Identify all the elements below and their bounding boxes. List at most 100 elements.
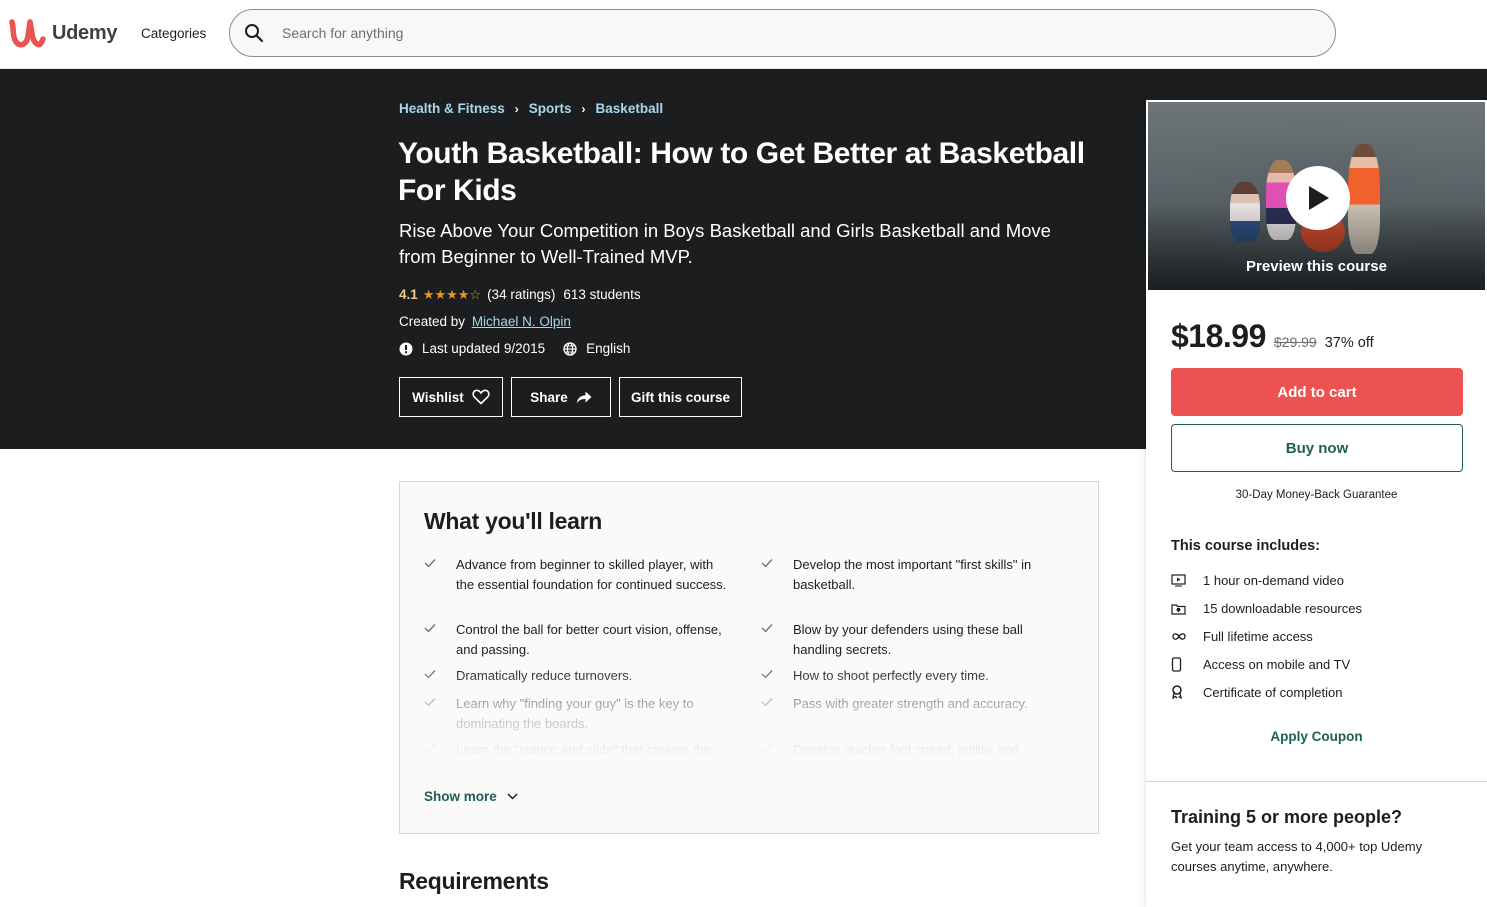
udemy-logo-icon bbox=[9, 19, 46, 48]
heart-icon bbox=[472, 389, 490, 405]
star-full-icon: ★ bbox=[457, 287, 470, 302]
purchase-sidebar: Preview this course bbox=[1146, 100, 1487, 907]
search-icon[interactable] bbox=[244, 23, 264, 48]
learn-item: Learn the "stance and slide" that create… bbox=[424, 740, 734, 779]
share-label: Share bbox=[530, 389, 568, 405]
star-empty-icon: ☆ bbox=[469, 287, 482, 302]
udemy-logo[interactable]: Udemy bbox=[8, 16, 118, 50]
mobile-icon bbox=[1171, 657, 1203, 672]
preview-label: Preview this course bbox=[1246, 258, 1387, 275]
includes-label: Access on mobile and TV bbox=[1203, 656, 1351, 672]
check-icon bbox=[424, 740, 456, 779]
star-rating: ★ ★ ★ ★ ☆ bbox=[423, 288, 481, 301]
breadcrumb-sports[interactable]: Sports bbox=[529, 101, 572, 116]
learn-item-text: Advance from beginner to skilled player,… bbox=[456, 557, 727, 592]
course-subtitle: Rise Above Your Competition in Boys Bask… bbox=[399, 220, 1051, 267]
includes-item: Full lifetime access bbox=[1171, 623, 1362, 651]
download-folder-icon bbox=[1171, 603, 1203, 615]
learn-item-text: Control the ball for better court vision… bbox=[456, 622, 722, 657]
course-meta: Last updated 9/2015 English bbox=[399, 341, 630, 356]
check-icon bbox=[424, 694, 456, 733]
check-icon bbox=[761, 666, 793, 686]
includes-item: Certificate of completion bbox=[1171, 678, 1362, 706]
learn-item: How to shoot perfectly every time. bbox=[761, 666, 1071, 686]
learn-item: Dramatically reduce turnovers. bbox=[424, 666, 734, 686]
learn-item: Learn why "finding your guy" is the key … bbox=[424, 694, 734, 733]
top-navbar: Udemy Categories bbox=[0, 0, 1487, 69]
includes-item: 1 hour on-demand video bbox=[1171, 567, 1362, 595]
learn-item-text: Develop the most important "first skills… bbox=[793, 557, 1032, 592]
star-full-icon: ★ bbox=[446, 287, 458, 302]
search-bar[interactable] bbox=[229, 9, 1336, 57]
includes-title: This course includes: bbox=[1171, 538, 1321, 554]
learn-item: Control the ball for better court vision… bbox=[424, 620, 734, 659]
created-by-label: Created by bbox=[399, 314, 466, 329]
training-title: Training 5 or more people? bbox=[1171, 807, 1403, 827]
gift-course-button[interactable]: Gift this course bbox=[619, 377, 742, 417]
learn-item-text: Dramatically reduce turnovers. bbox=[456, 668, 633, 683]
training-text: Get your team access to 4,000+ top Udemy… bbox=[1171, 839, 1423, 874]
add-to-cart-button[interactable]: Add to cart bbox=[1171, 368, 1463, 416]
learn-item-text: How to shoot perfectly every time. bbox=[793, 668, 989, 683]
search-input[interactable] bbox=[282, 10, 1282, 56]
includes-label: Full lifetime access bbox=[1203, 628, 1313, 644]
wishlist-label: Wishlist bbox=[412, 389, 464, 405]
check-icon bbox=[761, 740, 793, 779]
play-button[interactable] bbox=[1286, 166, 1350, 230]
includes-label: 1 hour on-demand video bbox=[1203, 573, 1344, 589]
apply-coupon-link[interactable]: Apply Coupon bbox=[1146, 729, 1487, 744]
check-icon bbox=[761, 555, 793, 594]
learn-title: What you'll learn bbox=[424, 508, 603, 534]
requirements-title: Requirements bbox=[399, 868, 549, 894]
learn-item-text: Learn the "stance and slide" that create… bbox=[456, 742, 711, 777]
ratings-count-link[interactable]: (34 ratings) bbox=[487, 287, 555, 302]
learn-item: Develop quicker foot speed, agility, and… bbox=[761, 740, 1071, 779]
created-by: Created by Michael N. Olpin bbox=[399, 314, 571, 329]
last-updated: Last updated 9/2015 bbox=[422, 341, 546, 356]
categories-menu[interactable]: Categories bbox=[141, 26, 206, 41]
discount-percent: 37% off bbox=[1324, 335, 1374, 351]
language-label: English bbox=[586, 341, 631, 356]
original-price: $29.99 bbox=[1273, 334, 1317, 350]
check-icon bbox=[424, 620, 456, 659]
check-icon bbox=[424, 666, 456, 686]
buy-now-button[interactable]: Buy now bbox=[1171, 424, 1463, 472]
chevron-right-icon: › bbox=[514, 101, 519, 116]
learn-item-text: Blow by your defenders using these ball … bbox=[793, 622, 1023, 657]
rating-value: 4.1 bbox=[399, 287, 418, 302]
learn-item: Develop the most important "first skills… bbox=[761, 555, 1071, 594]
instructor-link[interactable]: Michael N. Olpin bbox=[472, 314, 571, 329]
infinity-icon bbox=[1171, 632, 1203, 641]
learn-item: Blow by your defenders using these ball … bbox=[761, 620, 1071, 659]
includes-label: 15 downloadable resources bbox=[1203, 601, 1362, 617]
includes-label: Certificate of completion bbox=[1203, 684, 1343, 700]
share-button[interactable]: Share bbox=[511, 377, 611, 417]
what-youll-learn-box: What you'll learn Advance from beginner … bbox=[399, 481, 1099, 834]
check-icon bbox=[761, 694, 793, 714]
language: English bbox=[563, 341, 630, 356]
play-icon bbox=[1309, 186, 1329, 210]
learn-item: Advance from beginner to skilled player,… bbox=[424, 555, 734, 594]
chevron-down-icon bbox=[507, 793, 518, 800]
star-full-icon: ★ bbox=[422, 287, 435, 302]
wishlist-button[interactable]: Wishlist bbox=[399, 377, 503, 417]
course-title: Youth Basketball: How to Get Better at B… bbox=[398, 137, 1085, 207]
breadcrumb-health-fitness[interactable]: Health & Fitness bbox=[399, 101, 505, 116]
check-icon bbox=[424, 555, 456, 594]
breadcrumb-basketball[interactable]: Basketball bbox=[596, 101, 664, 116]
includes-list: 1 hour on-demand video 15 downloadable r… bbox=[1171, 567, 1362, 706]
learn-item-text: Pass with greater strength and accuracy. bbox=[793, 696, 1028, 711]
students-count: 613 students bbox=[563, 287, 641, 302]
learn-item-text: Learn why "finding your guy" is the key … bbox=[456, 696, 694, 731]
learn-item-text: Develop quicker foot speed, agility, and… bbox=[793, 742, 1019, 777]
learn-item: Pass with greater strength and accuracy. bbox=[761, 694, 1071, 714]
brand-name: Udemy bbox=[52, 21, 118, 44]
show-more-button[interactable]: Show more bbox=[424, 789, 518, 804]
includes-item: Access on mobile and TV bbox=[1171, 650, 1362, 678]
rating-row: 4.1 ★ ★ ★ ★ ☆ (34 ratings) 613 students bbox=[399, 287, 641, 302]
show-more-label: Show more bbox=[424, 789, 497, 804]
includes-item: 15 downloadable resources bbox=[1171, 595, 1362, 623]
video-icon bbox=[1171, 574, 1203, 587]
check-icon bbox=[761, 620, 793, 659]
course-preview-video[interactable]: Preview this course bbox=[1147, 101, 1486, 291]
